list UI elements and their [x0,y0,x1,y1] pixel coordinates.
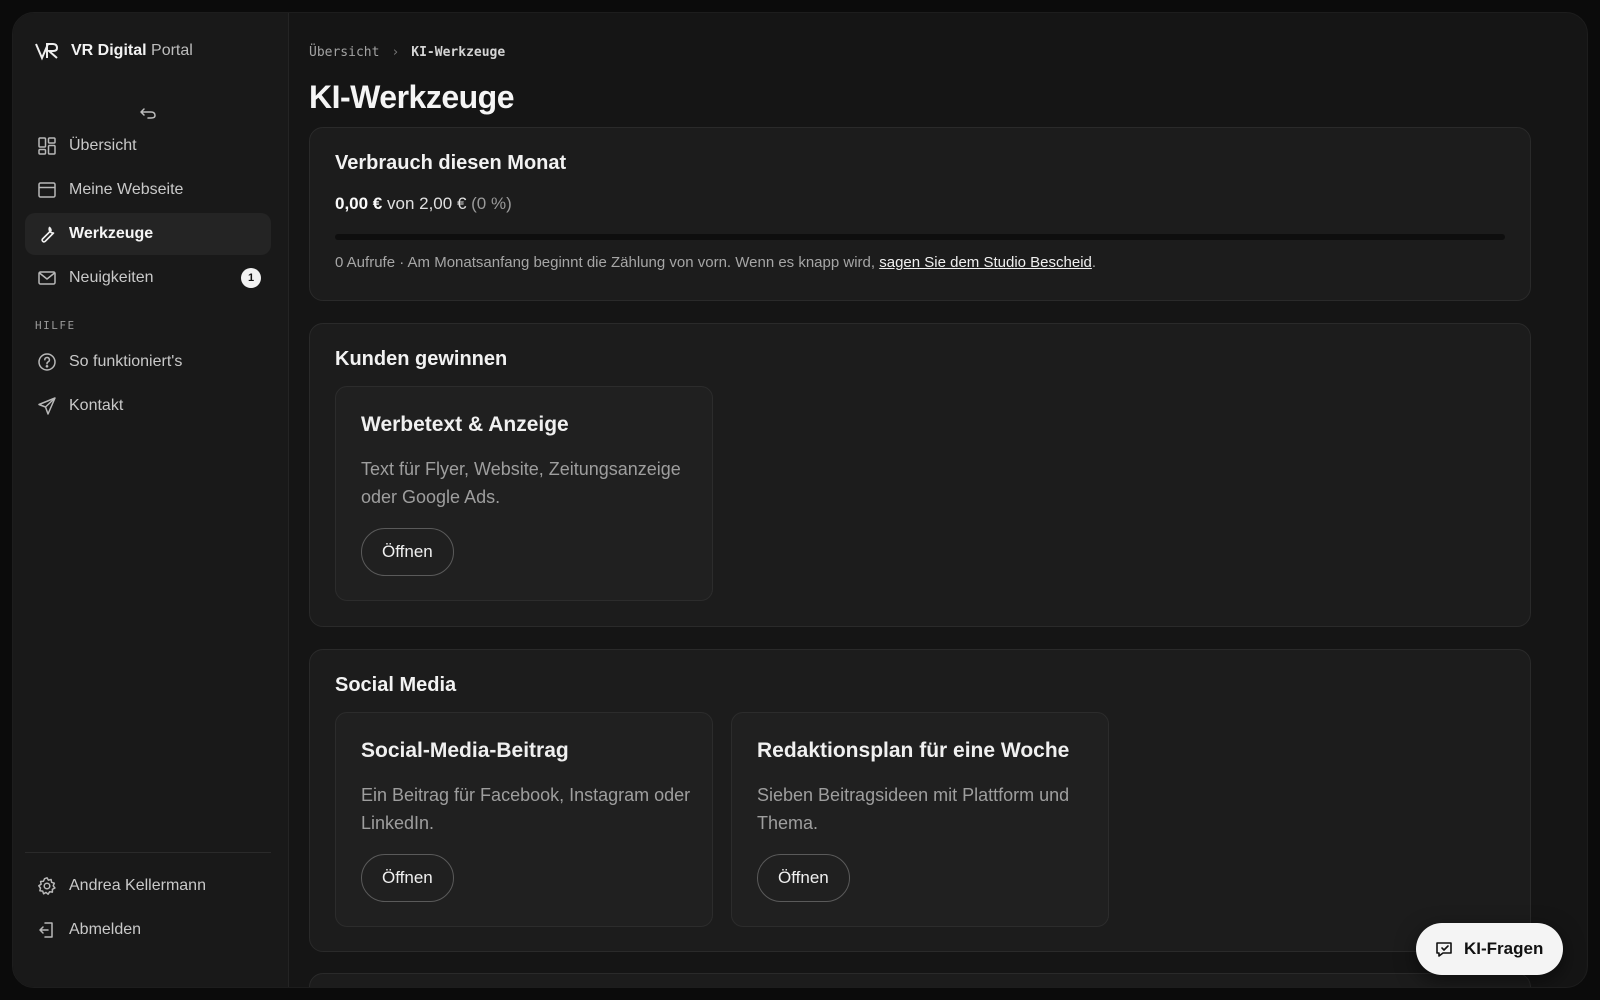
tool-description: Text für Flyer, Website, Zeitungsanzeige… [361,459,681,507]
sidebar-item-label: Abmelden [69,921,142,938]
open-button[interactable]: Öffnen [757,854,850,902]
collapse-sidebar-icon[interactable] [139,103,157,121]
sidebar-item-werkzeuge[interactable]: Werkzeuge [25,213,271,255]
breadcrumb-parent[interactable]: Übersicht [309,45,379,60]
usage-percent: (0 %) [471,194,512,213]
sidebar-item-label: Neuigkeiten [69,269,154,286]
usage-note-suffix: . [1091,254,1097,271]
help-circle-icon [37,352,57,372]
sidebar-item-label: Andrea Kellermann [69,877,206,894]
sidebar-item-neuigkeiten[interactable]: Neuigkeiten 1 [25,257,271,299]
account-nav: Andrea Kellermann Abmelden [25,865,271,953]
section-next [309,973,1531,987]
usage-card: Verbrauch diesen Monat 0,00 € von 2,00 €… [309,127,1531,301]
usage-progress-bar [335,234,1505,240]
open-button[interactable]: Öffnen [361,528,454,576]
sidebar-divider [25,852,271,853]
usage-note: 0 Aufrufe · Am Monatsanfang beginnt die … [335,254,1096,271]
send-icon [37,396,57,416]
tool-card-redaktionsplan: Redaktionsplan für eine Woche Sieben Bei… [731,712,1109,927]
brand-name: VR Digital Portal [71,42,193,60]
usage-of-text: von 2,00 € [387,194,467,213]
mail-icon [37,268,57,288]
sidebar-item-meine-webseite[interactable]: Meine Webseite [25,169,271,211]
sidebar-item-label: Meine Webseite [69,181,184,198]
ki-fragen-button[interactable]: KI-Fragen [1416,923,1564,975]
logout-icon [37,920,57,940]
chat-icon [1436,942,1452,957]
main-content: Übersicht › KI-Werkzeuge KI-Werkzeuge Ve… [309,13,1569,987]
brand-name-bold: VR Digital [71,42,147,59]
tool-description: Ein Beitrag für Facebook, Instagram oder… [361,785,691,833]
sidebar-item-abmelden[interactable]: Abmelden [25,909,271,951]
app-window: VR Digital Portal Übersicht Meine Websei… [12,12,1588,988]
ki-fragen-label: KI-Fragen [1464,939,1544,958]
sidebar-item-label: Werkzeuge [69,225,154,242]
section-label-hilfe: HILFE [35,319,76,332]
page-title: KI-Werkzeuge [309,79,515,115]
breadcrumb: Übersicht › KI-Werkzeuge [309,45,505,60]
sidebar-item-account[interactable]: Andrea Kellermann [25,865,271,907]
wrench-icon [37,224,57,244]
tool-title: Redaktionsplan für eine Woche [757,739,1070,762]
tool-card-social-media-beitrag: Social-Media-Beitrag Ein Beitrag für Fac… [335,712,713,927]
breadcrumb-separator: › [391,45,400,60]
tool-title: Werbetext & Anzeige [361,413,569,436]
sidebar-item-kontakt[interactable]: Kontakt [25,385,271,427]
usage-used-amount: 0,00 € [335,194,383,213]
sidebar-item-label: Kontakt [69,397,124,414]
usage-note-text: 0 Aufrufe · Am Monatsanfang beginnt die … [335,254,876,271]
section-social-media: Social Media Social-Media-Beitrag Ein Be… [309,649,1531,952]
vr-logo-icon [35,43,59,61]
notification-badge: 1 [241,268,261,288]
brand-logo[interactable]: VR Digital Portal [35,41,193,61]
sidebar-item-label: Übersicht [69,137,137,154]
sidebar: VR Digital Portal Übersicht Meine Websei… [13,13,289,987]
sidebar-item-so-funktionierts[interactable]: So funktioniert's [25,341,271,383]
contact-studio-link[interactable]: sagen Sie dem Studio Bescheid [879,254,1092,271]
sidebar-item-label: So funktioniert's [69,353,183,370]
gear-icon [37,876,57,896]
dashboard-icon [37,136,57,156]
tool-description: Sieben Beitragsideen mit Plattform und T… [757,785,1070,833]
tool-card-werbetext: Werbetext & Anzeige Text für Flyer, Webs… [335,386,713,601]
sidebar-item-uebersicht[interactable]: Übersicht [25,125,271,167]
section-kunden-gewinnen: Kunden gewinnen Werbetext & Anzeige Text… [309,323,1531,627]
brand-name-light: Portal [151,42,193,59]
usage-summary: 0,00 € von 2,00 € (0 %) [335,194,512,214]
open-button[interactable]: Öffnen [361,854,454,902]
tool-title: Social-Media-Beitrag [361,739,569,762]
browser-window-icon [37,180,57,200]
section-title: Social Media [335,674,457,696]
breadcrumb-current: KI-Werkzeuge [411,45,506,60]
help-nav: So funktioniert's Kontakt [25,341,271,429]
section-title: Kunden gewinnen [335,348,508,370]
main-nav: Übersicht Meine Webseite Werkzeuge Neuig… [25,125,271,301]
usage-title: Verbrauch diesen Monat [335,152,567,174]
